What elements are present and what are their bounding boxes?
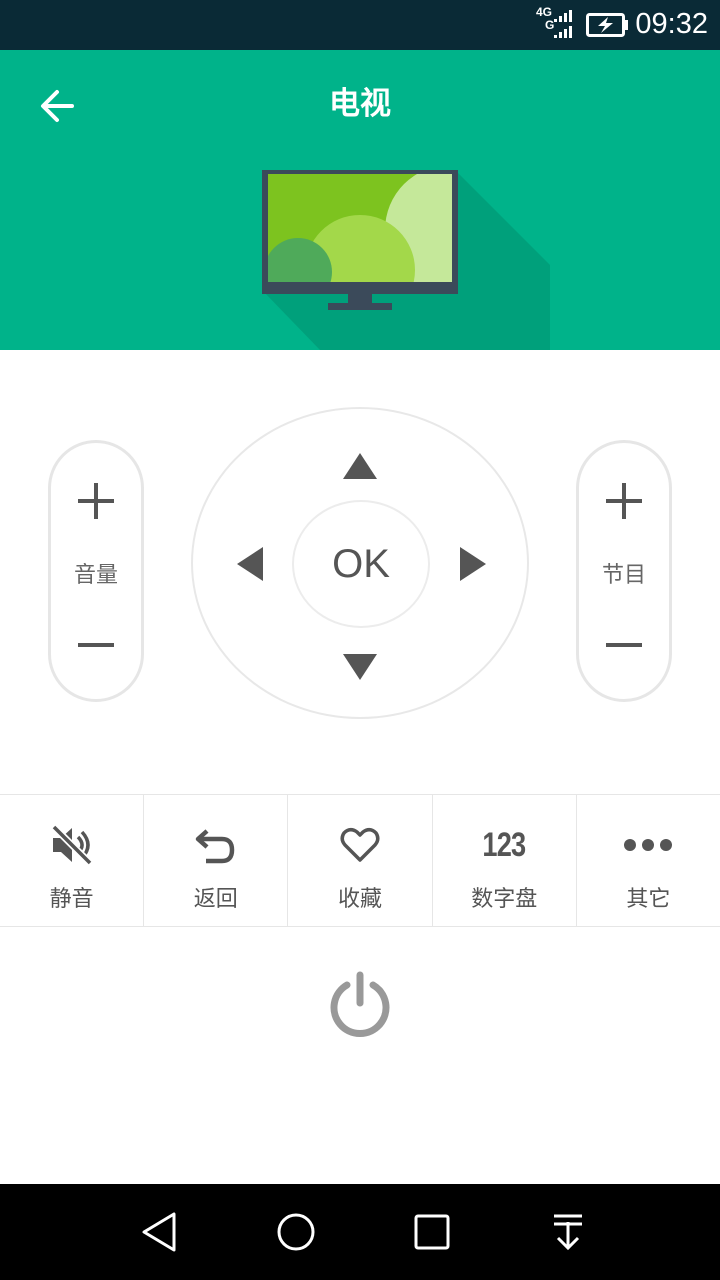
favorite-button[interactable]: 收藏 [288,795,433,926]
numpad-label: 数字盘 [471,887,538,912]
back-icon[interactable] [136,1208,184,1256]
clock: 09:32 [635,8,708,40]
remote-control-area: 音量 OK 节目 [0,350,720,794]
up-button[interactable] [340,446,380,486]
status-bar: 4G G 09:32 [0,0,720,50]
favorite-label: 收藏 [338,887,383,912]
home-icon[interactable] [272,1208,320,1256]
triangle-right-icon [460,547,486,581]
mute-label: 静音 [49,887,94,912]
return-label: 返回 [193,887,238,912]
system-navigation-bar [0,1184,720,1280]
left-button[interactable] [230,544,270,584]
ok-button[interactable]: OK [292,500,430,628]
function-bar: 静音 返回 收藏 123 数字盘 其它 [0,794,720,927]
volume-label: 音量 [73,563,118,588]
triangle-up-icon [343,453,377,479]
right-button[interactable] [453,544,493,584]
return-button[interactable]: 返回 [144,795,289,926]
volume-down-button[interactable] [51,615,141,675]
page-title: 电视 [329,86,391,122]
channel-down-button[interactable] [579,615,669,675]
channel-label: 节目 [601,563,646,588]
tv-illustration [262,170,550,350]
plus-icon [606,483,642,519]
signal-icon [554,10,572,38]
battery-icon [586,13,628,37]
more-button[interactable]: 其它 [577,795,720,926]
numpad-button[interactable]: 123 数字盘 [433,795,577,926]
heart-icon [340,828,380,862]
minus-icon [78,643,114,647]
mute-icon [51,824,93,866]
plus-icon [78,483,114,519]
notification-icon[interactable] [544,1208,592,1256]
channel-up-button[interactable] [579,471,669,531]
channel-control: 节目 [576,440,672,702]
down-button[interactable] [340,647,380,687]
return-icon [195,829,235,864]
power-button[interactable] [320,965,400,1045]
direction-pad: OK [191,407,529,719]
triangle-down-icon [343,654,377,680]
minus-icon [606,643,642,647]
numpad-icon: 123 [482,825,527,864]
more-icon [624,839,673,851]
volume-control: 音量 [48,440,144,702]
triangle-left-icon [237,547,263,581]
volume-up-button[interactable] [51,471,141,531]
recents-icon[interactable] [408,1208,456,1256]
header: 电视 [0,50,720,350]
more-label: 其它 [626,887,671,912]
mute-button[interactable]: 静音 [0,795,145,926]
power-icon [330,971,390,1037]
